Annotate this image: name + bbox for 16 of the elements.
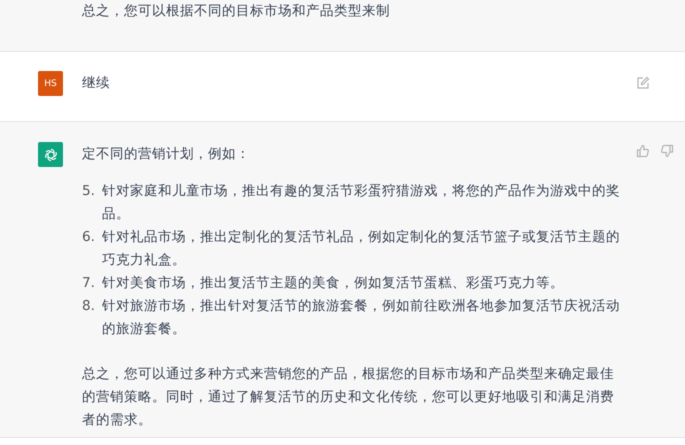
message-text: 总之，您可以根据不同的目标市场和产品类型来制 bbox=[82, 2, 391, 21]
message-text: 定不同的营销计划，例如： bbox=[82, 145, 251, 164]
list-number: 5. bbox=[82, 182, 96, 201]
user-avatar: HS bbox=[38, 71, 63, 96]
message-text: 继续 bbox=[82, 74, 111, 93]
list-item-text: 针对家庭和儿童市场，推出有趣的复活节彩蛋狩猎游戏，将您的产品作为游戏中的奖品。 bbox=[102, 182, 621, 224]
list-number: 8. bbox=[82, 297, 96, 316]
thumbs-down-icon[interactable] bbox=[660, 144, 674, 158]
thumbs-up-icon[interactable] bbox=[636, 144, 650, 158]
edit-icon[interactable] bbox=[636, 76, 650, 90]
list-number: 7. bbox=[82, 274, 96, 293]
list-item-text: 针对礼品市场，推出定制化的复活节礼品，例如定制化的复活节篮子或复活节主题的巧克力礼盒。 bbox=[102, 228, 621, 270]
message-text: 总之，您可以通过多种方式来营销您的产品，根据您的目标市场和产品类型来确定最佳的营销策略。同时，通过了解复活节的历史和文化传统，您可以更好地吸引和满足消费者的需求。 bbox=[82, 365, 615, 430]
list-number: 6. bbox=[82, 228, 96, 247]
list-item-text: 针对美食市场，推出复活节主题的美食，例如复活节蛋糕、彩蛋巧克力等。 bbox=[102, 274, 565, 293]
list-item-text: 针对旅游市场，推出针对复活节的旅游套餐，例如前往欧洲各地参加复活节庆祝活动的旅游套餐。 bbox=[102, 297, 621, 339]
